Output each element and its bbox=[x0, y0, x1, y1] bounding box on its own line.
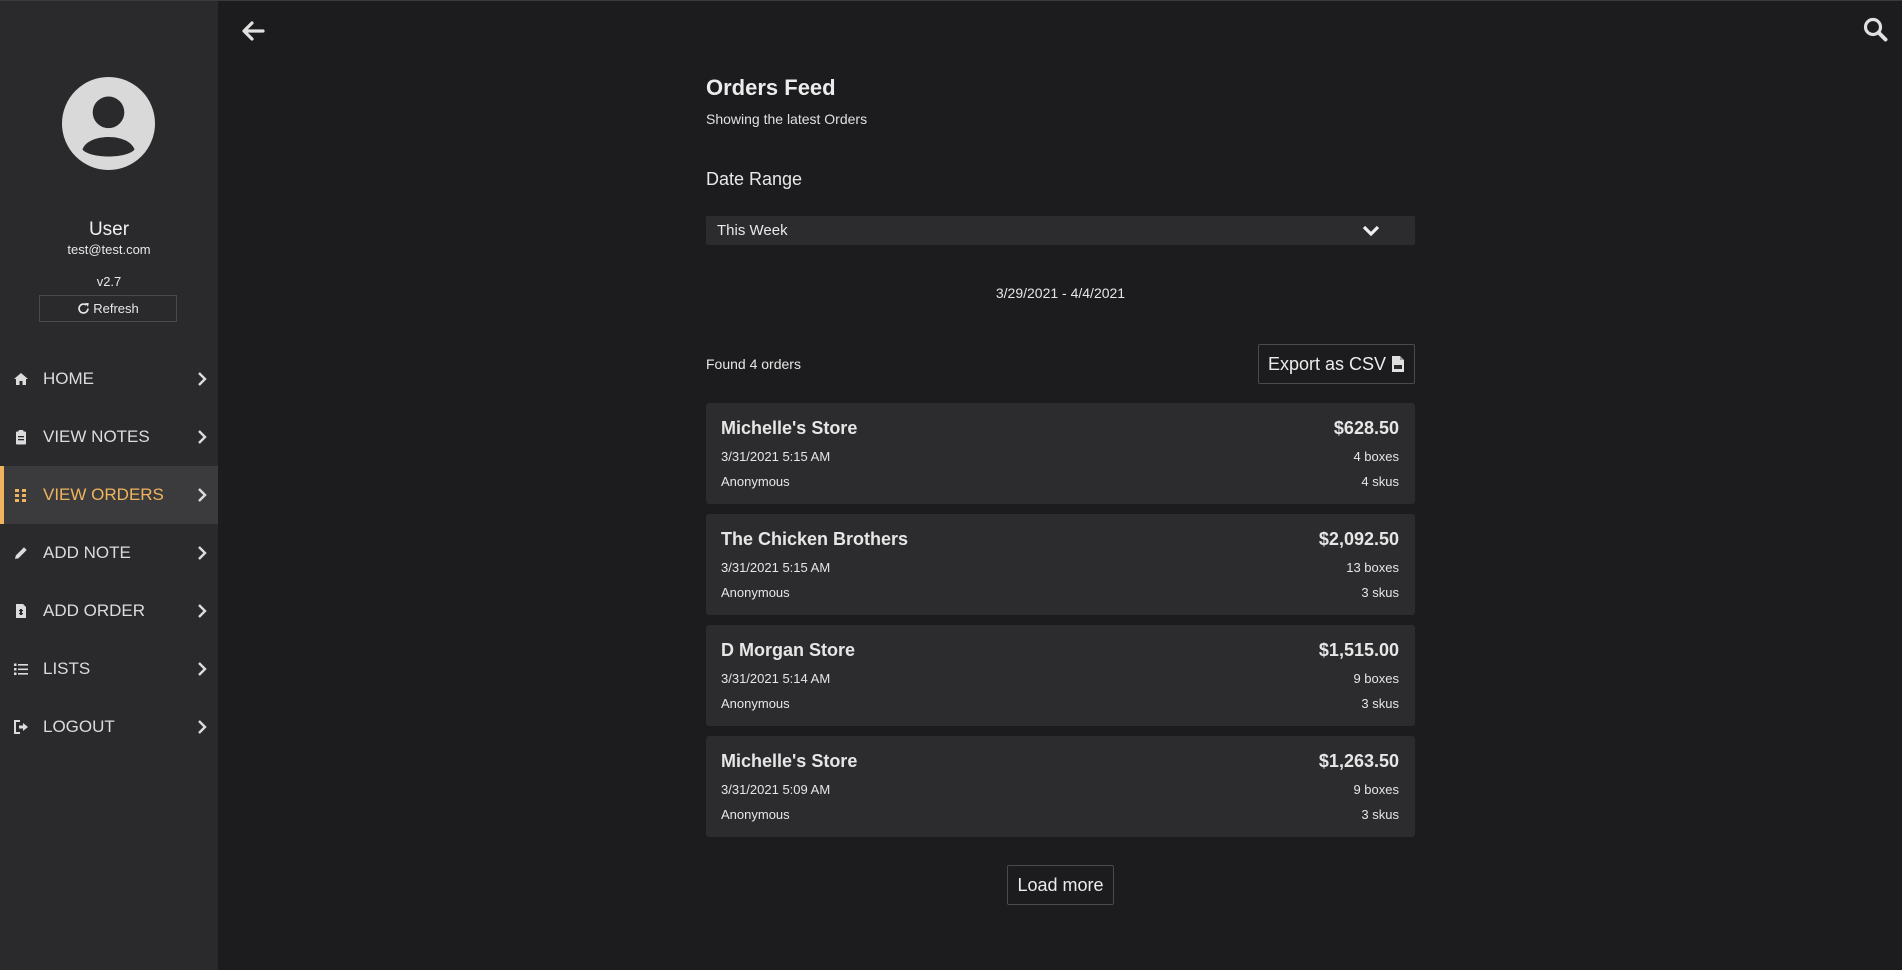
search-icon[interactable] bbox=[1863, 17, 1888, 42]
chevron-right-icon bbox=[198, 488, 207, 502]
chevron-right-icon bbox=[198, 662, 207, 676]
order-store: Michelle's Store bbox=[721, 418, 858, 438]
order-author: Anonymous bbox=[721, 807, 790, 822]
sidebar-item-home[interactable]: HOME bbox=[0, 350, 218, 408]
refresh-label: Refresh bbox=[93, 301, 139, 316]
order-date: 3/31/2021 5:14 AM bbox=[721, 671, 831, 686]
order-skus: 3 skus bbox=[1361, 585, 1399, 600]
refresh-button[interactable]: Refresh bbox=[39, 295, 177, 322]
sidebar-item-lists[interactable]: LISTS bbox=[0, 640, 218, 698]
sidebar-item-label: LISTS bbox=[43, 659, 91, 678]
user-name: User bbox=[88, 219, 130, 240]
chevron-down-icon bbox=[1362, 225, 1380, 237]
order-store: D Morgan Store bbox=[721, 640, 856, 660]
order-price: $1,515.00 bbox=[1318, 640, 1399, 660]
sidebar-item-label: ADD ORDER bbox=[43, 601, 146, 620]
sidebar-item-label: LOGOUT bbox=[43, 717, 115, 736]
order-author: Anonymous bbox=[721, 474, 790, 489]
sidebar-item-label: HOME bbox=[43, 369, 94, 388]
sidebar-item-view-orders[interactable]: VIEW ORDERS bbox=[0, 466, 218, 524]
order-boxes: 9 boxes bbox=[1353, 671, 1399, 686]
date-range-select[interactable]: This Week bbox=[706, 216, 1415, 245]
chevron-right-icon bbox=[198, 372, 207, 386]
refresh-icon bbox=[78, 302, 90, 314]
page-title: Orders Feed bbox=[706, 75, 836, 100]
order-boxes: 13 boxes bbox=[1346, 560, 1399, 575]
back-arrow-icon[interactable] bbox=[241, 20, 265, 42]
grid-icon bbox=[15, 489, 26, 502]
order-date: 3/31/2021 5:15 AM bbox=[721, 449, 831, 464]
order-skus: 3 skus bbox=[1361, 696, 1399, 711]
sidebar-item-view-notes[interactable]: VIEW NOTES bbox=[0, 408, 218, 466]
order-author: Anonymous bbox=[721, 585, 790, 600]
order-card[interactable]: The Chicken Brothers $2,092.50 3/31/2021… bbox=[706, 514, 1415, 615]
sidebar-item-add-order[interactable]: ADD ORDER bbox=[0, 582, 218, 640]
order-boxes: 4 boxes bbox=[1353, 449, 1399, 464]
order-price: $628.50 bbox=[1333, 418, 1399, 438]
user-avatar-icon bbox=[62, 77, 155, 170]
top-border bbox=[0, 0, 1902, 1]
export-csv-button[interactable]: Export as CSV bbox=[1258, 344, 1415, 384]
sign-out-icon bbox=[14, 720, 28, 734]
order-skus: 3 skus bbox=[1361, 807, 1399, 822]
home-icon bbox=[14, 373, 28, 385]
sidebar-item-add-note[interactable]: ADD NOTE bbox=[0, 524, 218, 582]
chevron-right-icon bbox=[198, 720, 207, 734]
date-range-label: Date Range bbox=[706, 169, 803, 189]
order-author: Anonymous bbox=[721, 696, 790, 711]
clipboard-icon bbox=[16, 430, 26, 445]
date-range-text: 3/29/2021 - 4/4/2021 bbox=[995, 285, 1126, 301]
list-icon bbox=[14, 663, 28, 675]
sidebar-item-label: ADD NOTE bbox=[43, 543, 131, 562]
sidebar-nav: HOME VIEW NOTES VIEW ORDERS ADD NOTE ADD… bbox=[0, 350, 218, 756]
order-card[interactable]: D Morgan Store $1,515.00 3/31/2021 5:14 … bbox=[706, 625, 1415, 726]
order-date: 3/31/2021 5:15 AM bbox=[721, 560, 831, 575]
date-range-value: This Week bbox=[717, 222, 788, 239]
load-more-button[interactable]: Load more bbox=[1007, 865, 1114, 905]
order-boxes: 9 boxes bbox=[1353, 782, 1399, 797]
app-version: v2.7 bbox=[96, 274, 122, 289]
order-price: $1,263.50 bbox=[1318, 751, 1399, 771]
sidebar-item-logout[interactable]: LOGOUT bbox=[0, 698, 218, 756]
order-card[interactable]: Michelle's Store $1,263.50 3/31/2021 5:0… bbox=[706, 736, 1415, 837]
chevron-right-icon bbox=[198, 604, 207, 618]
page-subtitle: Showing the latest Orders bbox=[706, 111, 868, 127]
order-skus: 4 skus bbox=[1361, 474, 1399, 489]
chevron-right-icon bbox=[198, 430, 207, 444]
order-date: 3/31/2021 5:09 AM bbox=[721, 782, 831, 797]
user-email: test@test.com bbox=[67, 242, 151, 257]
csv-file-icon bbox=[1392, 356, 1405, 372]
pencil-icon bbox=[15, 547, 27, 559]
file-invoice-icon bbox=[16, 604, 26, 618]
export-csv-label: Export as CSV bbox=[1267, 353, 1387, 374]
order-store: The Chicken Brothers bbox=[721, 529, 909, 549]
order-card[interactable]: Michelle's Store $628.50 3/31/2021 5:15 … bbox=[706, 403, 1415, 504]
sidebar: User test@test.com v2.7 Refresh HOME VIE… bbox=[0, 1, 218, 970]
chevron-right-icon bbox=[198, 546, 207, 560]
order-store: Michelle's Store bbox=[721, 751, 858, 771]
sidebar-item-label: VIEW ORDERS bbox=[43, 485, 164, 504]
order-price: $2,092.50 bbox=[1318, 529, 1399, 549]
sidebar-item-label: VIEW NOTES bbox=[43, 427, 150, 446]
orders-count: Found 4 orders bbox=[706, 356, 801, 372]
